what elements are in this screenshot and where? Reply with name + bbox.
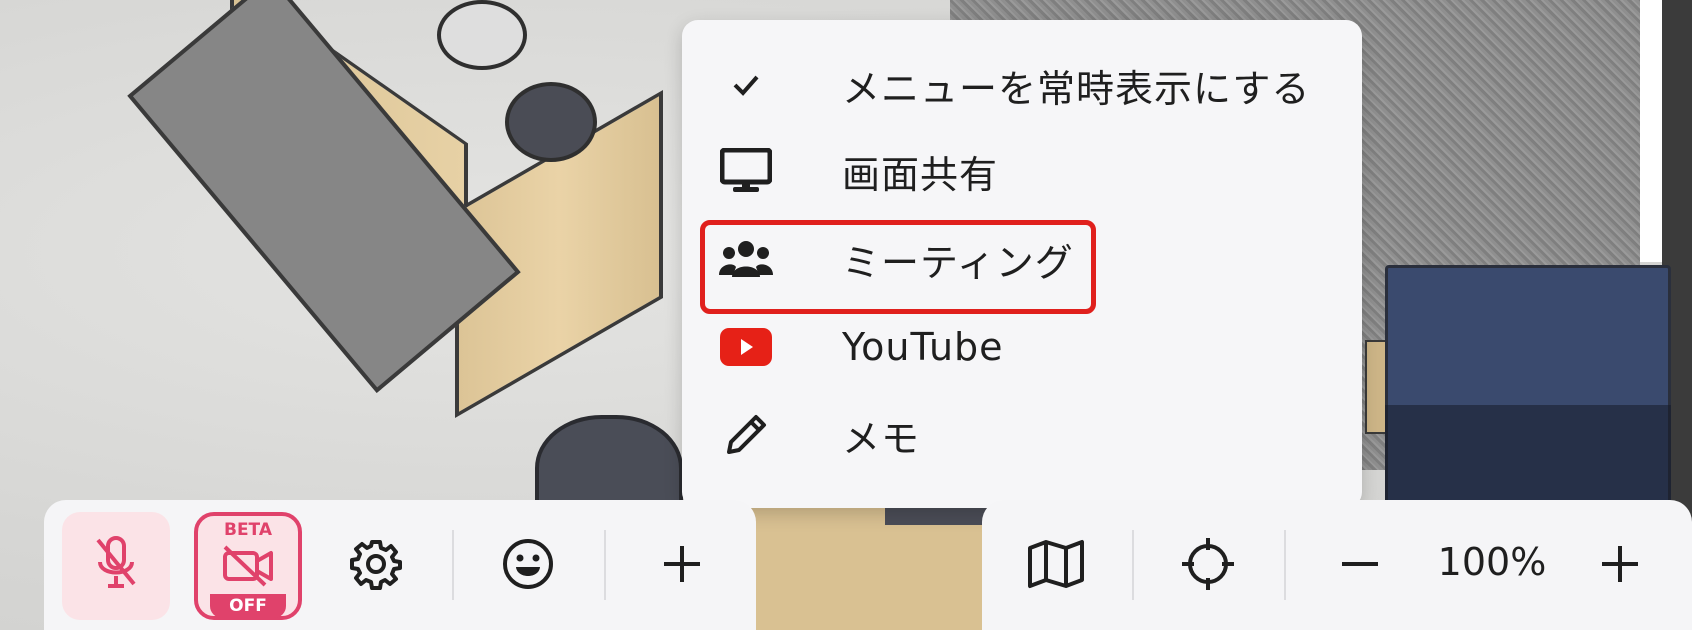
toolbar-separator (604, 530, 606, 600)
reaction-button[interactable] (474, 512, 582, 620)
users-icon (718, 231, 774, 287)
desk-object-dark (505, 82, 597, 162)
menu-item-label: メモ (842, 416, 921, 461)
youtube-icon (718, 319, 774, 375)
crosshair-icon (1180, 536, 1236, 596)
microphone-muted-icon (92, 534, 140, 598)
map-icon (1026, 538, 1086, 594)
off-badge: OFF (210, 594, 286, 618)
plus-menu-popup: メニューを常時表示にする 画面共有 ミーティング YouTube メモ (682, 20, 1362, 508)
wall (1640, 0, 1662, 262)
zoom-level: 100% (1437, 540, 1547, 584)
checkmark-icon (718, 57, 774, 113)
camera-toggle-button[interactable]: BETA OFF (194, 512, 302, 620)
zoom-in-button[interactable] (1566, 512, 1674, 620)
map-button[interactable] (1002, 512, 1110, 620)
toolbar-separator (1132, 530, 1134, 600)
menu-item-meeting[interactable]: ミーティング (682, 216, 1362, 302)
mic-toggle-button[interactable] (62, 512, 170, 620)
menu-item-label: ミーティング (842, 240, 1074, 285)
toolbar-left: BETA OFF (44, 500, 756, 630)
menu-item-label: 画面共有 (842, 152, 999, 197)
toolbar-separator (1284, 530, 1286, 600)
gear-icon (350, 538, 402, 594)
camera-off-icon (221, 545, 275, 591)
desk-object-light (437, 0, 527, 70)
pencil-icon (718, 407, 774, 463)
settings-button[interactable] (322, 512, 430, 620)
sofa-back (1385, 265, 1671, 411)
smiley-icon (501, 537, 555, 595)
add-menu-button[interactable] (628, 512, 736, 620)
menu-item-label: YouTube (842, 325, 1004, 369)
locate-button[interactable] (1154, 512, 1262, 620)
menu-item-always-show[interactable]: メニューを常時表示にする (682, 42, 1362, 128)
plus-icon (1599, 543, 1641, 589)
minus-icon (1339, 543, 1381, 589)
toolbar-separator (452, 530, 454, 600)
zoom-out-button[interactable] (1306, 512, 1414, 620)
menu-item-youtube[interactable]: YouTube (682, 304, 1362, 390)
plus-icon (661, 543, 703, 589)
bench-cushion (885, 505, 995, 525)
monitor-icon (718, 143, 774, 199)
menu-item-memo[interactable]: メモ (682, 392, 1362, 478)
beta-badge: BETA (223, 520, 272, 540)
toolbar-right: 100% (982, 500, 1692, 630)
menu-item-screen-share[interactable]: 画面共有 (682, 128, 1362, 214)
menu-item-label: メニューを常時表示にする (842, 66, 1311, 111)
